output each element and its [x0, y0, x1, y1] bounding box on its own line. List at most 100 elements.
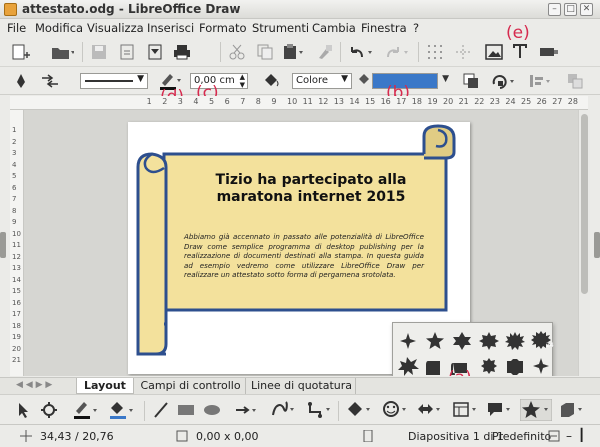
zoom-out-button[interactable]: – — [566, 429, 572, 443]
shadow-icon[interactable] — [462, 72, 480, 90]
line-style-icon[interactable] — [14, 72, 28, 90]
rectangle-tool-icon[interactable] — [176, 401, 196, 419]
save-icon[interactable] — [90, 43, 108, 61]
left-sidebar-grip[interactable] — [0, 232, 6, 258]
3d-objects-icon[interactable] — [558, 400, 586, 420]
tab-nav-arrows[interactable]: ◀ ◀ ▶ ▶ — [16, 380, 52, 390]
ruler-number: 13 — [333, 97, 344, 106]
doorplate-icon[interactable] — [507, 359, 523, 375]
new-document-icon[interactable] — [10, 43, 32, 61]
arrange-icon[interactable] — [566, 72, 588, 90]
ruler-number: 24 — [505, 97, 516, 106]
callouts-icon[interactable] — [486, 400, 514, 420]
tab-layout[interactable]: Layout — [76, 378, 134, 394]
line-style-dropdown[interactable]: ▼ — [80, 73, 148, 89]
ruler-number: 27 — [552, 97, 563, 106]
menu-cambia[interactable]: Cambia — [312, 21, 356, 35]
horizontal-ruler: 1 2 3 4 5 6 7 8 9 10 11 12 13 14 15 16 17 18 19 20 21 22 23 24 2… — [10, 96, 588, 110]
flowchart-icon[interactable] — [452, 400, 480, 420]
signet-icon[interactable] — [481, 358, 497, 374]
status-bar: 34,43 / 20,76 0,00 x 0,00 Diapositiva 1 … — [0, 424, 600, 447]
text-box-icon[interactable] — [510, 41, 530, 61]
ruler-number: 15 — [365, 97, 376, 106]
insert-image-icon[interactable] — [484, 43, 504, 61]
document-heading[interactable]: Tizio ha partecipato alla maratona inter… — [196, 172, 426, 206]
annotation-a: (a) — [448, 368, 472, 376]
lines-arrows-icon[interactable] — [234, 401, 260, 419]
line-color-tool-icon[interactable] — [72, 399, 100, 421]
ruler-number: 25 — [521, 97, 532, 106]
drawing-toolbar — [0, 394, 600, 424]
connectors-icon[interactable] — [306, 400, 334, 420]
arrow-style-icon[interactable] — [38, 72, 64, 90]
minimize-button[interactable]: – — [548, 3, 561, 16]
vertical-ruler-number: 7 — [12, 195, 17, 203]
area-style-dropdown[interactable]: Colore ▼ — [292, 73, 352, 89]
vertical-ruler-number: 2 — [12, 137, 17, 146]
basic-shapes-icon[interactable] — [346, 400, 374, 420]
vertical-scroll-icon[interactable] — [426, 361, 440, 375]
fontwork-icon[interactable] — [538, 43, 560, 61]
copy-icon[interactable] — [256, 43, 274, 61]
5-point-star-icon[interactable] — [426, 332, 444, 349]
zoom-slider-indicator[interactable]: ┃ — [578, 428, 585, 442]
ruler-number: 23 — [489, 97, 500, 106]
menu-help[interactable]: ? — [413, 21, 419, 35]
status-size: 0,00 x 0,00 — [196, 430, 259, 443]
tab-campi-di-controllo[interactable]: Campi di controllo — [136, 378, 246, 394]
close-button[interactable]: ✕ — [580, 3, 593, 16]
tab-linee-di-quotatura[interactable]: Linee di quotatura — [248, 378, 356, 394]
fill-color-bucket-icon[interactable] — [356, 71, 372, 91]
drawing-canvas[interactable]: Tizio ha partecipato alla maratona inter… — [24, 110, 578, 376]
vertical-ruler-number: 16 — [12, 298, 21, 307]
export-pdf-icon[interactable] — [146, 43, 164, 61]
6-point-star-icon[interactable] — [453, 332, 471, 350]
redo-icon[interactable] — [384, 43, 412, 61]
block-arrows-icon[interactable] — [416, 400, 444, 420]
ruler-number: 18 — [411, 97, 422, 106]
rotate-icon[interactable] — [490, 72, 516, 90]
paste-icon[interactable] — [282, 43, 304, 61]
4-point-star-icon[interactable] — [400, 333, 416, 349]
menu-formato[interactable]: Formato — [199, 21, 247, 35]
vertical-ruler-number: 1 — [12, 126, 17, 134]
helplines-icon[interactable] — [454, 43, 472, 61]
menu-finestra[interactable]: Finestra — [361, 21, 407, 35]
explosion-icon[interactable] — [398, 357, 419, 376]
vertical-ruler-number: 15 — [12, 287, 21, 295]
ellipse-tool-icon[interactable] — [202, 401, 222, 419]
grid-icon[interactable] — [426, 43, 444, 61]
menu-file[interactable]: File — [7, 21, 26, 35]
export-icon[interactable] — [118, 43, 136, 61]
maximize-button[interactable]: □ — [564, 3, 577, 16]
fill-color-tool-icon[interactable] — [108, 399, 136, 421]
vertical-ruler: 1 2 3 4 5 6 7 8 9 10 11 12 13 14 15 16 17 18 19 20 21 — [10, 110, 24, 376]
undo-icon[interactable] — [348, 43, 376, 61]
open-folder-icon[interactable] — [50, 43, 74, 61]
cut-icon[interactable] — [228, 43, 246, 61]
select-pointer-icon[interactable] — [16, 401, 32, 419]
stars-icon[interactable] — [520, 399, 552, 421]
ruler-number: 11 — [302, 97, 313, 106]
menu-strumenti[interactable]: Strumenti — [252, 21, 309, 35]
align-icon[interactable] — [528, 72, 554, 90]
fit-page-icon[interactable] — [548, 430, 560, 442]
8-point-star-icon[interactable] — [479, 332, 499, 350]
concave-star-icon[interactable] — [533, 358, 549, 374]
zoom-pan-icon[interactable] — [40, 401, 60, 419]
symbol-shapes-icon[interactable] — [382, 400, 410, 420]
vertical-scrollbar[interactable] — [578, 110, 590, 376]
vertical-ruler-number: 12 — [12, 252, 21, 261]
document-body[interactable]: Abbiamo già accennato in passato alle po… — [184, 232, 424, 280]
print-icon[interactable] — [172, 43, 192, 61]
clone-formatting-icon[interactable] — [316, 43, 334, 61]
area-fill-bucket-icon[interactable] — [262, 71, 280, 91]
scrollbar-thumb[interactable] — [581, 114, 588, 294]
menu-visualizza[interactable]: Visualizza — [87, 21, 144, 35]
12-point-star-icon[interactable] — [505, 332, 525, 350]
line-tool-icon[interactable] — [152, 401, 170, 419]
right-sidebar-grip[interactable] — [594, 232, 600, 258]
menu-inserisci[interactable]: Inserisci — [147, 21, 194, 35]
menu-modifica[interactable]: Modifica — [35, 21, 83, 35]
curves-icon[interactable] — [270, 400, 298, 420]
